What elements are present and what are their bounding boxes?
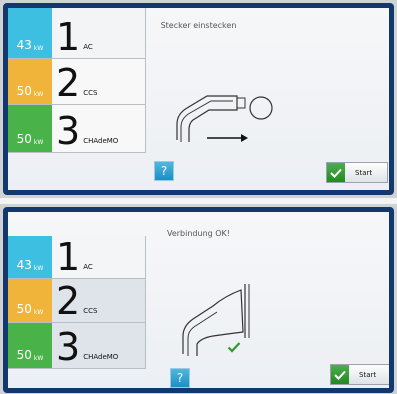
connector-list: 43 kW 1 AC 50 kW 2 CCS 50 kW 3 CHAdeMO bbox=[8, 8, 146, 153]
check-icon bbox=[331, 365, 349, 384]
connector-type: CCS bbox=[83, 89, 98, 97]
power-badge: 50 kW bbox=[8, 59, 52, 104]
power-badge: 50 kW bbox=[8, 323, 52, 368]
connector-number: 2 bbox=[56, 279, 81, 323]
help-button[interactable]: ? bbox=[170, 368, 190, 388]
start-button[interactable]: Start bbox=[330, 364, 389, 385]
help-button[interactable]: ? bbox=[154, 161, 174, 181]
power-badge: 43 kW bbox=[8, 236, 52, 278]
screen-frame: Stecker einstecken 43 kW 1 AC 50 kW 2 CCS bbox=[3, 3, 394, 195]
charger-screen: Verbindung OK! 43 kW 1 AC 50 kW 2 CCS 50… bbox=[8, 212, 389, 388]
connector-type: CHAdeMO bbox=[83, 353, 119, 361]
check-icon bbox=[327, 163, 345, 182]
arrow-right-icon bbox=[207, 134, 248, 142]
charger-screen: Stecker einstecken 43 kW 1 AC 50 kW 2 CCS bbox=[8, 8, 389, 190]
connector-item-3[interactable]: 50 kW 3 CHAdeMO bbox=[8, 323, 146, 369]
connector-type: AC bbox=[83, 43, 93, 51]
photo-top: Stecker einstecken 43 kW 1 AC 50 kW 2 CCS bbox=[0, 0, 397, 198]
power-badge: 50 kW bbox=[8, 279, 52, 322]
connector-number: 1 bbox=[56, 235, 81, 279]
power-badge: 43 kW bbox=[8, 8, 52, 58]
start-label: Start bbox=[355, 168, 373, 177]
start-button[interactable]: Start bbox=[326, 162, 388, 183]
screen-frame: Verbindung OK! 43 kW 1 AC 50 kW 2 CCS 50… bbox=[3, 207, 394, 393]
connector-number: 3 bbox=[56, 109, 81, 153]
connector-list: 43 kW 1 AC 50 kW 2 CCS 50 kW 3 CHAdeMO bbox=[8, 236, 146, 369]
connector-item-3[interactable]: 50 kW 3 CHAdeMO bbox=[8, 105, 146, 153]
connector-item-1[interactable]: 43 kW 1 AC bbox=[8, 8, 146, 59]
connector-type: AC bbox=[83, 263, 93, 271]
connector-number: 1 bbox=[56, 15, 81, 59]
plug-connected-icon bbox=[182, 284, 250, 356]
start-label: Start bbox=[359, 370, 377, 379]
connector-number: 2 bbox=[56, 61, 81, 105]
connector-item-1[interactable]: 43 kW 1 AC bbox=[8, 236, 146, 279]
photo-bottom: Verbindung OK! 43 kW 1 AC 50 kW 2 CCS 50… bbox=[0, 204, 397, 394]
connector-type: CCS bbox=[83, 307, 98, 315]
connector-number: 3 bbox=[56, 325, 81, 369]
connector-item-2[interactable]: 50 kW 2 CCS bbox=[8, 59, 146, 105]
connector-type: CHAdeMO bbox=[83, 137, 119, 145]
connector-item-2[interactable]: 50 kW 2 CCS bbox=[8, 279, 146, 323]
power-badge: 50 kW bbox=[8, 105, 52, 152]
socket-icon bbox=[249, 96, 273, 120]
check-icon bbox=[227, 342, 241, 353]
